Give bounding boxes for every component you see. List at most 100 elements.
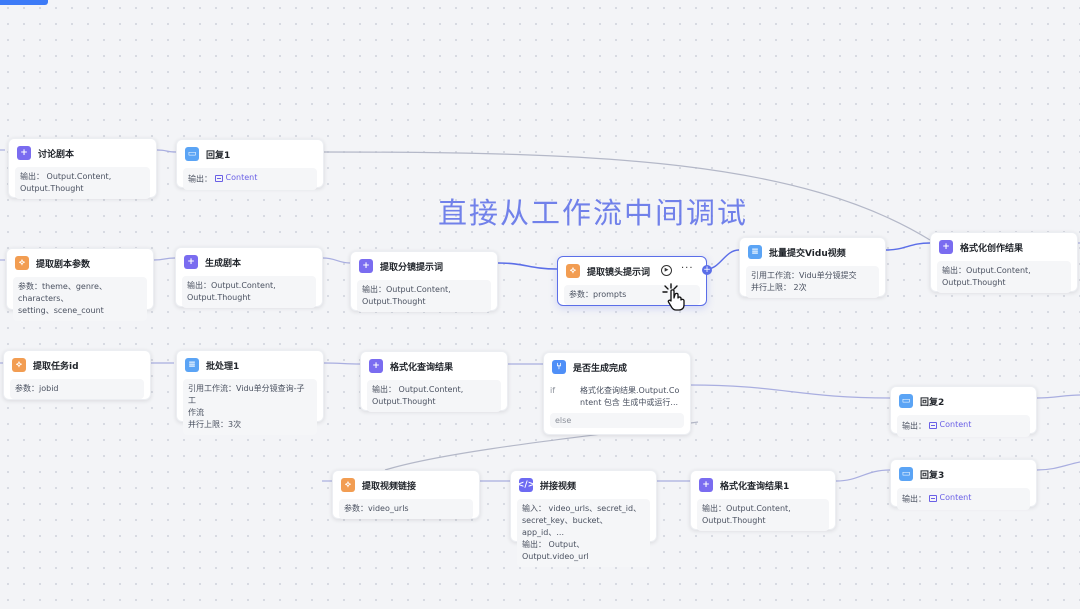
node-extract-video-link[interactable]: ⟡ 提取视频链接 参数：video_urls (332, 470, 480, 519)
reply-bubble-icon: ▭ (185, 147, 199, 161)
node-format-creation-result[interactable]: + 格式化创作结果 输出：Output.Content, Output.Thou… (930, 232, 1078, 293)
node-reply1[interactable]: ▭ 回复1 输出： Content (176, 139, 324, 190)
node-title: 回复2 (920, 397, 945, 408)
node-title: 生成剧本 (205, 258, 242, 269)
sparkle-plus-icon: + (184, 255, 198, 269)
output-line: Output.Thought (20, 184, 84, 193)
sparkle-plus-icon: + (699, 478, 713, 492)
node-output: 输出：Output.Content, Output.Thought (357, 280, 491, 312)
more-options-button[interactable]: ··· (681, 263, 694, 274)
node-extract-storyboard-prompt[interactable]: + 提取分镜提示词 输出：Output.Content, Output.Thou… (350, 251, 498, 312)
param-line: 参数：jobid (15, 384, 59, 393)
parallel-limit-line: 并行上限： 2次 (751, 283, 807, 292)
node-generate-script[interactable]: + 生成剧本 输出：Output.Content, Output.Thought (175, 247, 323, 308)
param-line: setting、scene_count (18, 306, 104, 315)
param-line: 参数：theme、genre、characters、 (18, 282, 107, 303)
if-condition: 格式化查询结果.Output.Co ntent 包含 生成中或运行... (580, 385, 679, 409)
node-batch-submit-vidu[interactable]: ≡ 批量提交Vidu视频 引用工作流：Vidu单分镜提交 并行上限： 2次 (739, 237, 886, 298)
node-title: 格式化创作结果 (960, 243, 1024, 254)
node-title: 回复1 (206, 150, 231, 161)
node-extract-script-params[interactable]: ⟡ 提取剧本参数 参数：theme、genre、characters、 sett… (6, 248, 154, 321)
output-line: Output.Thought (372, 397, 436, 406)
parallel-limit-line: 并行上限：3次 (188, 420, 242, 429)
sparkle-plus-icon: + (17, 146, 31, 160)
batch-stack-icon: ≡ (748, 245, 762, 259)
node-extract-task-id[interactable]: ⟡ 提取任务id 参数：jobid (3, 350, 151, 400)
node-output: 输出： Output.Content, Output.Thought (367, 380, 501, 412)
node-output: 输出： Output.Content, Output.Thought (15, 167, 150, 199)
node-output: 输出：Output.Content, Output.Thought (937, 261, 1071, 293)
parameter-extract-icon: ⟡ (15, 256, 29, 270)
node-title: 提取任务id (33, 361, 79, 372)
node-io: 输入： video_urls、secret_id、 secret_key、buc… (517, 499, 650, 567)
add-node-button[interactable]: + (702, 265, 712, 275)
node-title: 提取视频链接 (362, 481, 417, 492)
node-reply3[interactable]: ▭ 回复3 输出： Content (890, 459, 1037, 510)
variable-icon (928, 421, 937, 429)
node-output: 输出： Content (897, 415, 1030, 437)
output-line: Output.Thought (702, 516, 766, 525)
branch-icon: ⑂ (552, 360, 566, 374)
node-title: 讨论剧本 (38, 149, 75, 160)
output-line: 输出： Output.Content, (372, 385, 464, 394)
sparkle-plus-icon: + (939, 240, 953, 254)
input-line: 输入： video_urls、secret_id、 (522, 504, 642, 513)
tag-text: Content (225, 173, 258, 182)
output-label: 输出： (902, 494, 926, 504)
node-title: 批量提交Vidu视频 (769, 248, 846, 259)
workflow-ref-line: 作流 (188, 408, 204, 417)
input-line: secret_key、bucket、app_id、... (522, 516, 608, 537)
content-tag: Content (928, 492, 971, 504)
node-title: 批处理1 (206, 361, 240, 372)
if-label: if (550, 386, 556, 395)
node-is-generated[interactable]: ⑂ 是否生成完成 if 格式化查询结果.Output.Co ntent 包含 生… (543, 352, 691, 435)
if-branch: if 格式化查询结果.Output.Co ntent 包含 生成中或运行... (544, 381, 690, 413)
sparkle-plus-icon: + (369, 359, 383, 373)
sparkle-plus-icon: + (359, 259, 373, 273)
node-output: 输出：Output.Content, Output.Thought (697, 499, 829, 531)
node-reply2[interactable]: ▭ 回复2 输出： Content (890, 386, 1037, 437)
node-batch1[interactable]: ≡ 批处理1 引用工作流：Vidu单分镜查询-子工 作流 并行上限：3次 (176, 350, 324, 435)
node-config: 引用工作流：Vidu单分镜查询-子工 作流 并行上限：3次 (183, 379, 317, 435)
node-output: 输出： Content (897, 488, 1030, 510)
variable-icon (928, 494, 937, 502)
code-icon: </> (517, 478, 535, 492)
output-line: Output.Thought (942, 278, 1006, 287)
content-tag: Content (214, 172, 258, 184)
node-format-query-result1[interactable]: + 格式化查询结果1 输出：Output.Content, Output.Tho… (690, 470, 836, 531)
hand-pointer-icon (662, 283, 685, 311)
condition-line: ntent 包含 生成中或运行... (580, 398, 679, 407)
node-config: 引用工作流：Vidu单分镜提交 并行上限： 2次 (746, 266, 879, 298)
node-discuss-script[interactable]: + 讨论剧本 输出： Output.Content, Output.Though… (8, 138, 157, 199)
batch-stack-icon: ≡ (185, 358, 199, 372)
node-title: 格式化查询结果 (390, 362, 454, 373)
content-tag: Content (928, 419, 972, 431)
tag-text: Content (939, 420, 972, 429)
node-format-query-result[interactable]: + 格式化查询结果 输出： Output.Content, Output.Tho… (360, 351, 508, 412)
output-line: Output.Thought (187, 293, 251, 302)
run-node-button[interactable]: ▶ (661, 265, 672, 276)
output-line: 输出：Output.Content, (362, 285, 451, 294)
reply-bubble-icon: ▭ (899, 394, 913, 408)
output-label: 输出： (902, 421, 926, 431)
node-title: 提取镜头提示词 (587, 267, 651, 278)
output-line: 输出：Output.Content, (942, 266, 1031, 275)
output-line: 输出： Output.Content, (20, 172, 112, 181)
output-label: 输出： (188, 174, 212, 184)
node-title: 提取分镜提示词 (380, 262, 444, 273)
parameter-extract-icon: ⟡ (566, 264, 580, 278)
else-label: else (555, 416, 572, 425)
node-output: 输出：Output.Content, Output.Thought (182, 276, 316, 308)
node-output: 输出： Content (183, 168, 317, 190)
variable-icon (214, 174, 223, 182)
node-title: 提取剧本参数 (36, 259, 91, 270)
node-concat-video[interactable]: </> 拼接视频 输入： video_urls、secret_id、 secre… (510, 470, 657, 567)
parameter-extract-icon: ⟡ (12, 358, 26, 372)
parameter-extract-icon: ⟡ (341, 478, 355, 492)
else-branch: else (550, 413, 684, 428)
node-title: 回复3 (920, 470, 945, 481)
condition-line: 格式化查询结果.Output.Co (580, 386, 680, 395)
reply-bubble-icon: ▭ (899, 467, 913, 481)
param-line: 参数：video_urls (344, 504, 409, 513)
node-params: 参数：theme、genre、characters、 setting、scene… (13, 277, 147, 321)
